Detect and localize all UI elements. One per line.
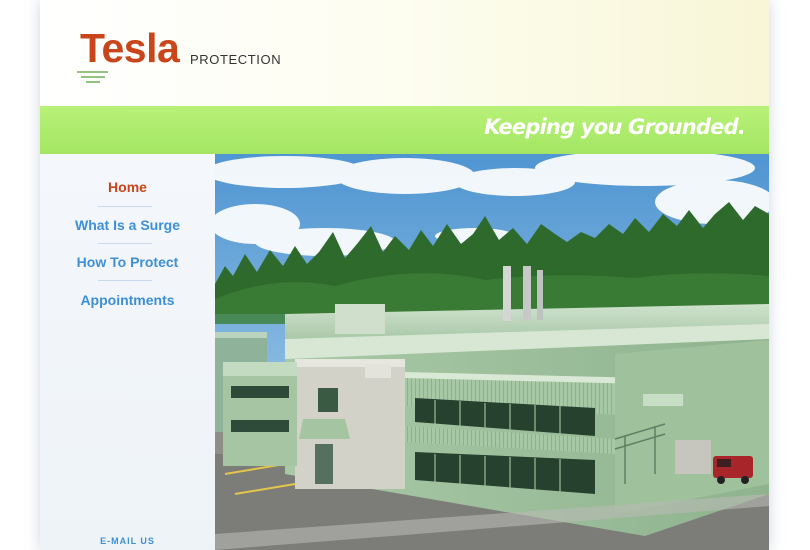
nav-divider — [98, 280, 152, 281]
nav-item-appointments[interactable]: Appointments — [40, 292, 215, 308]
ground-symbol-icon — [77, 71, 108, 83]
hero-building-photo — [215, 154, 769, 550]
email-us-link[interactable]: E-MAIL US — [40, 536, 215, 546]
nav-item-how-to-protect[interactable]: How To Protect — [40, 254, 215, 270]
nav-item-what-is-a-surge[interactable]: What Is a Surge — [40, 217, 215, 233]
nav-item-home[interactable]: Home — [40, 179, 215, 195]
tagline-banner: Keeping you Grounded. — [40, 106, 769, 154]
tagline: Keeping you Grounded. — [484, 115, 746, 139]
nav-divider — [98, 243, 152, 244]
header: Tesla PROTECTION — [40, 0, 769, 106]
logo-subtitle: PROTECTION — [190, 52, 282, 67]
sidebar-nav: Home What Is a Surge How To Protect Appo… — [40, 154, 215, 550]
nav-divider — [98, 206, 152, 207]
page-container: Tesla PROTECTION Keeping you Grounded. H… — [40, 0, 769, 550]
logo-wordmark[interactable]: Tesla — [80, 28, 180, 69]
